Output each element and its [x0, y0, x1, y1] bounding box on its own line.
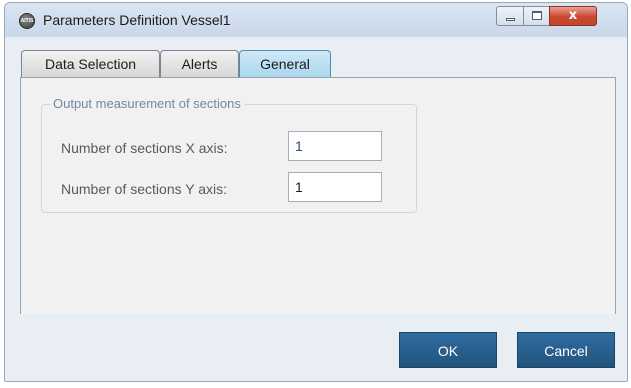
sections-x-label: Number of sections X axis: [61, 140, 228, 156]
tab-data-selection[interactable]: Data Selection [21, 50, 160, 78]
dialog-window: AITIS Parameters Definition Vessel1 x Da… [4, 2, 628, 382]
cancel-button[interactable]: Cancel [517, 332, 615, 368]
minimize-button[interactable] [496, 6, 524, 26]
title-bar[interactable]: AITIS Parameters Definition Vessel1 x [5, 3, 627, 37]
ok-button[interactable]: OK [399, 332, 497, 368]
maximize-button[interactable] [523, 6, 550, 26]
dialog-footer: OK Cancel [5, 314, 627, 381]
minimize-icon [506, 18, 515, 21]
close-icon: x [568, 8, 578, 23]
tab-alerts[interactable]: Alerts [160, 50, 239, 78]
sections-y-input[interactable] [288, 172, 382, 202]
maximize-icon [532, 11, 542, 20]
app-logo-icon: AITIS [19, 13, 35, 29]
window-title: Parameters Definition Vessel1 [43, 12, 231, 28]
sections-y-label: Number of sections Y axis: [61, 181, 228, 197]
sections-x-input[interactable] [288, 131, 382, 161]
output-measurement-group: Output measurement of sections Number of… [41, 96, 417, 213]
tab-general[interactable]: General [239, 50, 331, 78]
group-title: Output measurement of sections [50, 96, 244, 111]
close-button[interactable]: x [549, 6, 597, 26]
tab-panel-general: Output measurement of sections Number of… [20, 77, 616, 315]
